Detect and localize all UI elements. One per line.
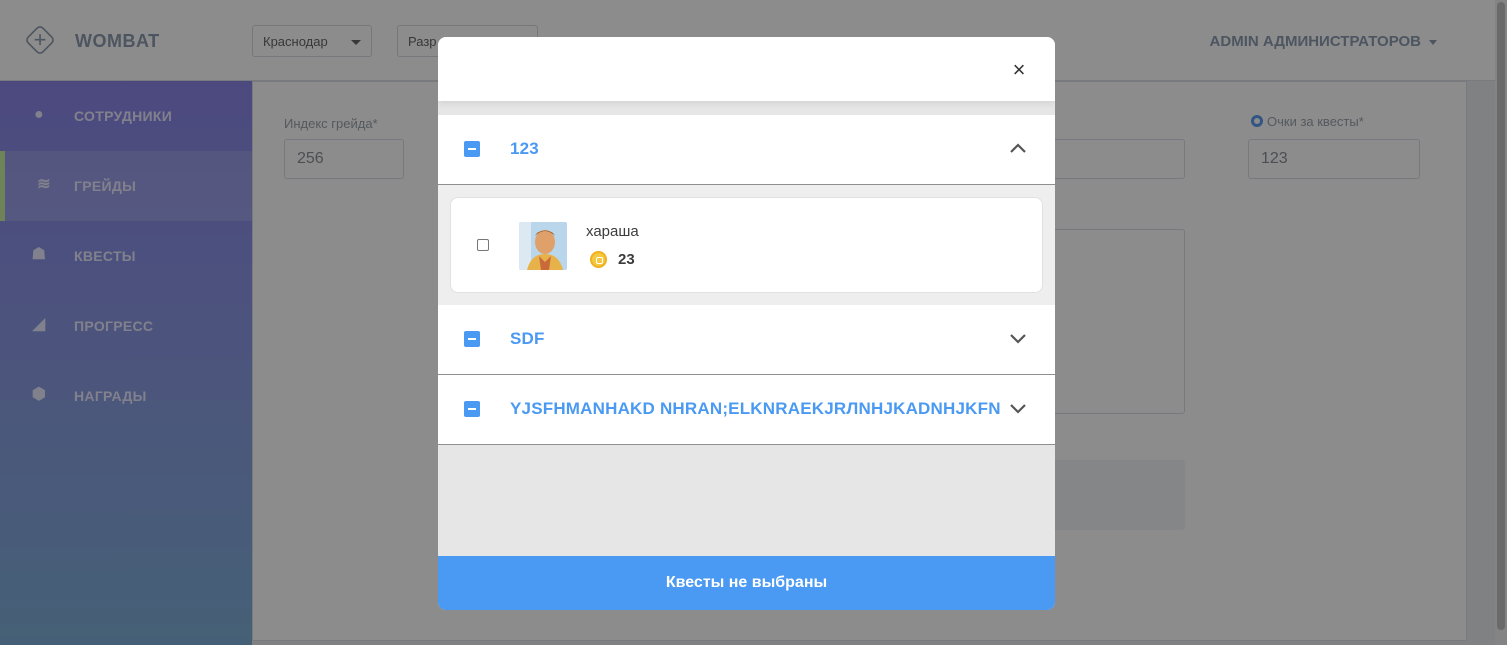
- group-title: YJSFHMANHAKD NHRAN;ELKNRAEKJRЛNHJKADNHJK…: [510, 399, 1001, 418]
- chevron-up-icon[interactable]: [1009, 139, 1027, 157]
- quest-name: хараша: [586, 223, 639, 240]
- quest-checkbox[interactable]: [477, 239, 489, 251]
- group-checkbox-indeterminate[interactable]: [464, 401, 480, 417]
- close-icon[interactable]: ×: [1011, 59, 1027, 81]
- group-content-123: хараша 23: [438, 185, 1055, 305]
- quest-card[interactable]: хараша 23: [450, 197, 1043, 293]
- quest-group-long[interactable]: YJSFHMANHAKD NHRAN;ELKNRAEKJRЛNHJKADNHJK…: [438, 375, 1055, 445]
- group-title: SDF: [510, 329, 545, 348]
- quest-group-sdf[interactable]: SDF: [438, 305, 1055, 375]
- avatar: [519, 222, 567, 270]
- group-title: 123: [510, 139, 539, 158]
- coin-icon: [590, 251, 607, 268]
- modal-header: ×: [438, 37, 1055, 101]
- group-checkbox-indeterminate[interactable]: [464, 141, 480, 157]
- quest-group-123[interactable]: 123: [438, 115, 1055, 185]
- group-checkbox-indeterminate[interactable]: [464, 331, 480, 347]
- quest-points: 23: [618, 251, 635, 268]
- chevron-down-icon[interactable]: [1009, 329, 1027, 347]
- confirm-button[interactable]: Квесты не выбраны: [438, 556, 1055, 610]
- chevron-down-icon[interactable]: [1009, 399, 1027, 417]
- quest-select-modal: × 123 хараша 23 SDF YJSFHMANHAKD NHRAN;E…: [438, 37, 1055, 610]
